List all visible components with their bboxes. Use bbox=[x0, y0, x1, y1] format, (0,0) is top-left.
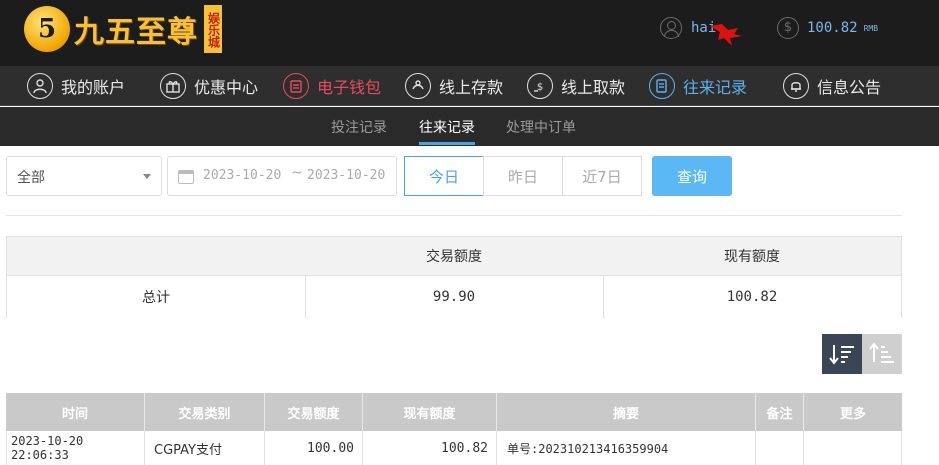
date-from[interactable]: 2023-10-20 bbox=[203, 168, 281, 183]
summary-header-current: 现有额度 bbox=[724, 249, 780, 265]
deposit-icon bbox=[405, 73, 431, 99]
query-button[interactable]: 查询 bbox=[652, 156, 732, 196]
balance-value: 100.82 bbox=[807, 20, 858, 36]
nav-e-wallet[interactable]: 电子钱包 bbox=[283, 72, 381, 100]
col-type[interactable]: 交易类别 bbox=[145, 393, 265, 431]
top-header: 5 九五至尊 娱乐城 hai $ 100.82 RMB bbox=[0, 0, 939, 66]
sort-asc-icon bbox=[869, 342, 894, 363]
summary-trade-amount: 99.90 bbox=[432, 289, 476, 305]
col-time[interactable]: 时间 bbox=[6, 393, 145, 431]
row-summary: 单号:202310213416359904 bbox=[497, 431, 756, 465]
nav-label: 往来记录 bbox=[683, 78, 748, 97]
col-summary[interactable]: 摘要 bbox=[497, 393, 756, 431]
row-more[interactable] bbox=[804, 431, 902, 465]
records-header-row: 时间 交易类别 交易额度 现有额度 摘要 备注 更多 bbox=[6, 393, 902, 431]
active-tab-indicator bbox=[419, 142, 475, 145]
nav-announcements[interactable]: 信息公告 bbox=[783, 72, 881, 100]
nav-my-account[interactable]: 我的账户 bbox=[27, 72, 125, 100]
currency-label: RMB bbox=[863, 23, 879, 33]
row-time: 2023-10-20 22:06:33 bbox=[7, 431, 145, 465]
brand-tag: 娱乐城 bbox=[204, 5, 222, 53]
quick-yesterday-button[interactable]: 昨日 bbox=[483, 156, 563, 196]
date-separator: ~ bbox=[291, 165, 303, 181]
balance-info: $ 100.82 RMB bbox=[777, 17, 878, 39]
summary-total-label: 总计 bbox=[142, 290, 170, 306]
divider bbox=[6, 215, 902, 216]
type-select[interactable]: 全部 bbox=[6, 156, 162, 196]
sort-descending-button[interactable] bbox=[822, 334, 862, 374]
records-icon bbox=[649, 73, 675, 99]
bell-icon bbox=[783, 73, 809, 99]
col-more[interactable]: 更多 bbox=[804, 393, 902, 431]
nav-label: 优惠中心 bbox=[194, 78, 259, 97]
brand-logo[interactable]: 5 九五至尊 娱乐城 bbox=[24, 3, 222, 55]
sub-nav: 投注记录 往来记录 处理中订单 bbox=[0, 107, 939, 146]
subtab-pending-orders[interactable]: 处理中订单 bbox=[506, 117, 576, 137]
nav-label: 电子钱包 bbox=[317, 78, 382, 97]
col-note[interactable]: 备注 bbox=[756, 393, 804, 431]
subtab-transaction-records[interactable]: 往来记录 bbox=[419, 117, 475, 137]
user-icon bbox=[660, 17, 682, 39]
row-note bbox=[756, 431, 804, 465]
withdraw-icon: $ bbox=[527, 73, 553, 99]
caret-down-icon bbox=[143, 174, 151, 179]
table-row[interactable]: 2023-10-20 22:06:33 CGPAY支付 100.00 100.8… bbox=[6, 431, 902, 465]
summary-header-row: 交易额度 现有额度 bbox=[7, 237, 901, 275]
quick-7days-button[interactable]: 近7日 bbox=[562, 156, 642, 196]
summary-col-divider bbox=[305, 275, 306, 318]
nav-label: 信息公告 bbox=[817, 78, 882, 97]
main-nav: 我的账户 优惠中心 电子钱包 线上存款 $ 线上取款 往来记录 信息公告 bbox=[0, 66, 939, 106]
col-amount[interactable]: 交易额度 bbox=[265, 393, 363, 431]
summary-current-amount: 100.82 bbox=[726, 289, 778, 305]
summary-header-blank bbox=[7, 237, 305, 275]
nav-label: 线上取款 bbox=[561, 78, 626, 97]
nav-online-withdraw[interactable]: $ 线上取款 bbox=[527, 72, 625, 100]
summary-col-divider bbox=[603, 275, 604, 318]
summary-total-row: 总计 99.90 100.82 bbox=[7, 275, 901, 318]
red-scribble-mark bbox=[710, 24, 742, 46]
brand-name: 九五至尊 bbox=[74, 15, 198, 50]
type-select-value: 全部 bbox=[17, 170, 45, 186]
calendar-icon bbox=[178, 170, 194, 184]
summary-header-trade: 交易额度 bbox=[426, 249, 482, 265]
summary-table: 交易额度 现有额度 总计 99.90 100.82 bbox=[6, 236, 902, 318]
row-type: CGPAY支付 bbox=[145, 431, 265, 465]
user-icon bbox=[27, 73, 53, 99]
sort-ascending-button[interactable] bbox=[862, 334, 902, 374]
date-to[interactable]: 2023-10-20 bbox=[307, 168, 385, 183]
quick-today-button[interactable]: 今日 bbox=[404, 156, 484, 196]
nav-transaction-records[interactable]: 往来记录 bbox=[649, 72, 747, 100]
sort-desc-icon bbox=[829, 345, 854, 365]
logo-mark: 5 bbox=[24, 6, 70, 52]
date-range-input[interactable]: 2023-10-20 ~ 2023-10-20 bbox=[167, 156, 397, 196]
nav-promotions[interactable]: 优惠中心 bbox=[160, 72, 258, 100]
nav-label: 我的账户 bbox=[61, 78, 126, 97]
row-amount: 100.00 bbox=[265, 431, 363, 465]
wallet-icon bbox=[283, 73, 309, 99]
dollar-icon: $ bbox=[777, 17, 799, 39]
nav-label: 线上存款 bbox=[439, 78, 504, 97]
row-balance: 100.82 bbox=[363, 431, 497, 465]
subtab-bet-records[interactable]: 投注记录 bbox=[331, 117, 387, 137]
gift-icon bbox=[160, 73, 186, 99]
col-balance[interactable]: 现有额度 bbox=[363, 393, 497, 431]
nav-online-deposit[interactable]: 线上存款 bbox=[405, 72, 503, 100]
